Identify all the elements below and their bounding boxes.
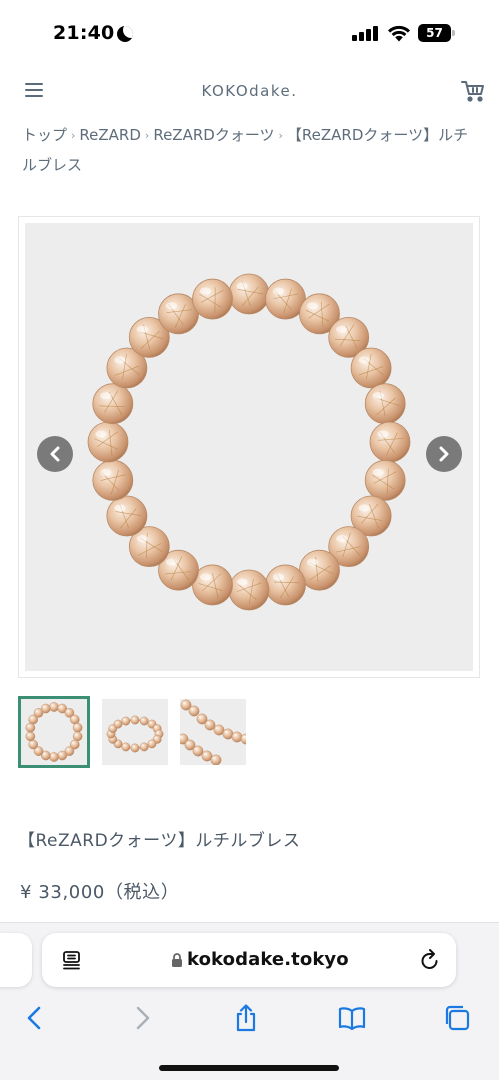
bead [49,752,59,762]
site-header: KOKOdake. [0,68,499,116]
bead [106,495,148,537]
site-title[interactable]: KOKOdake. [0,82,499,100]
bead [192,278,233,320]
chevron-right-icon: › [278,129,283,142]
moon-icon [117,26,133,42]
bead [265,564,306,606]
bead [72,731,83,742]
bead [130,743,140,753]
breadcrumb: トップ › ReZARD › ReZARDクォーツ › 【ReZARDクォーツ】ルチルブレス [22,121,482,179]
bead [204,719,216,731]
thumbnail-2[interactable] [102,699,168,765]
product-title: 【ReZARDクォーツ】ルチルブレス [18,831,301,851]
bead [69,714,80,725]
bead [139,716,149,726]
bead [28,739,39,750]
status-time: 21:40 [53,22,115,44]
chevron-right-icon [439,446,449,462]
bead [369,421,411,463]
bead [25,731,36,742]
bead [113,719,123,729]
gallery-next-button[interactable] [426,436,462,472]
battery-icon: 57 [418,24,455,42]
thumbnail-3[interactable] [180,699,246,765]
bead [231,731,243,743]
bead [228,569,270,611]
bead [364,383,406,425]
share-icon[interactable] [231,1003,261,1033]
address-bar[interactable]: kokodake.tokyo [42,933,456,987]
bead [121,742,131,752]
bookmarks-icon[interactable] [337,1003,367,1033]
thumbnail-image [106,715,164,753]
bead [139,742,149,752]
browser-toolbar: kokodake.tokyo [0,922,499,1080]
bead [192,745,204,757]
bead [210,754,222,765]
navigation-toolbar [0,995,499,1045]
product-price: ¥ 33,000（税込） [20,882,180,903]
bead [49,702,59,712]
url-text: kokodake.tokyo [187,949,349,970]
bead [188,705,200,717]
bead [147,739,157,749]
bead [364,459,406,501]
product-main-image[interactable] [25,223,473,671]
breadcrumb-top[interactable]: トップ [22,126,67,144]
cart-icon[interactable] [460,79,486,103]
thumbnail-strip [18,696,258,768]
wifi-icon [388,25,410,42]
status-bar: 21:40 57 [0,0,499,68]
bead [72,722,83,733]
bead [87,421,129,463]
bracelet-image [87,273,411,611]
lock-icon [172,953,182,967]
bead [121,716,131,726]
gallery-prev-button[interactable] [37,436,73,472]
bead [92,459,134,501]
chevron-right-icon: › [144,129,150,142]
thumbnail-1[interactable] [18,696,90,768]
previous-tab-card[interactable] [0,933,32,987]
chevron-left-icon [50,446,60,462]
tabs-icon[interactable] [442,1003,472,1033]
breadcrumb-rezard[interactable]: ReZARD [79,126,141,144]
product-gallery [18,216,480,678]
home-indicator [159,1065,339,1071]
bead [40,703,51,714]
bead [130,715,140,725]
reader-icon[interactable] [62,950,82,970]
bead [25,722,36,733]
reload-icon[interactable] [419,948,441,972]
breadcrumb-rezard-quartz[interactable]: ReZARDクォーツ [153,126,274,144]
back-icon[interactable] [20,1003,50,1033]
thumbnail-image [25,702,83,762]
signal-icon [352,25,380,41]
thumbnail-image [180,699,246,765]
forward-icon[interactable] [127,1003,157,1033]
bead [57,750,68,761]
chevron-right-icon: › [71,129,76,142]
bead [92,383,134,425]
